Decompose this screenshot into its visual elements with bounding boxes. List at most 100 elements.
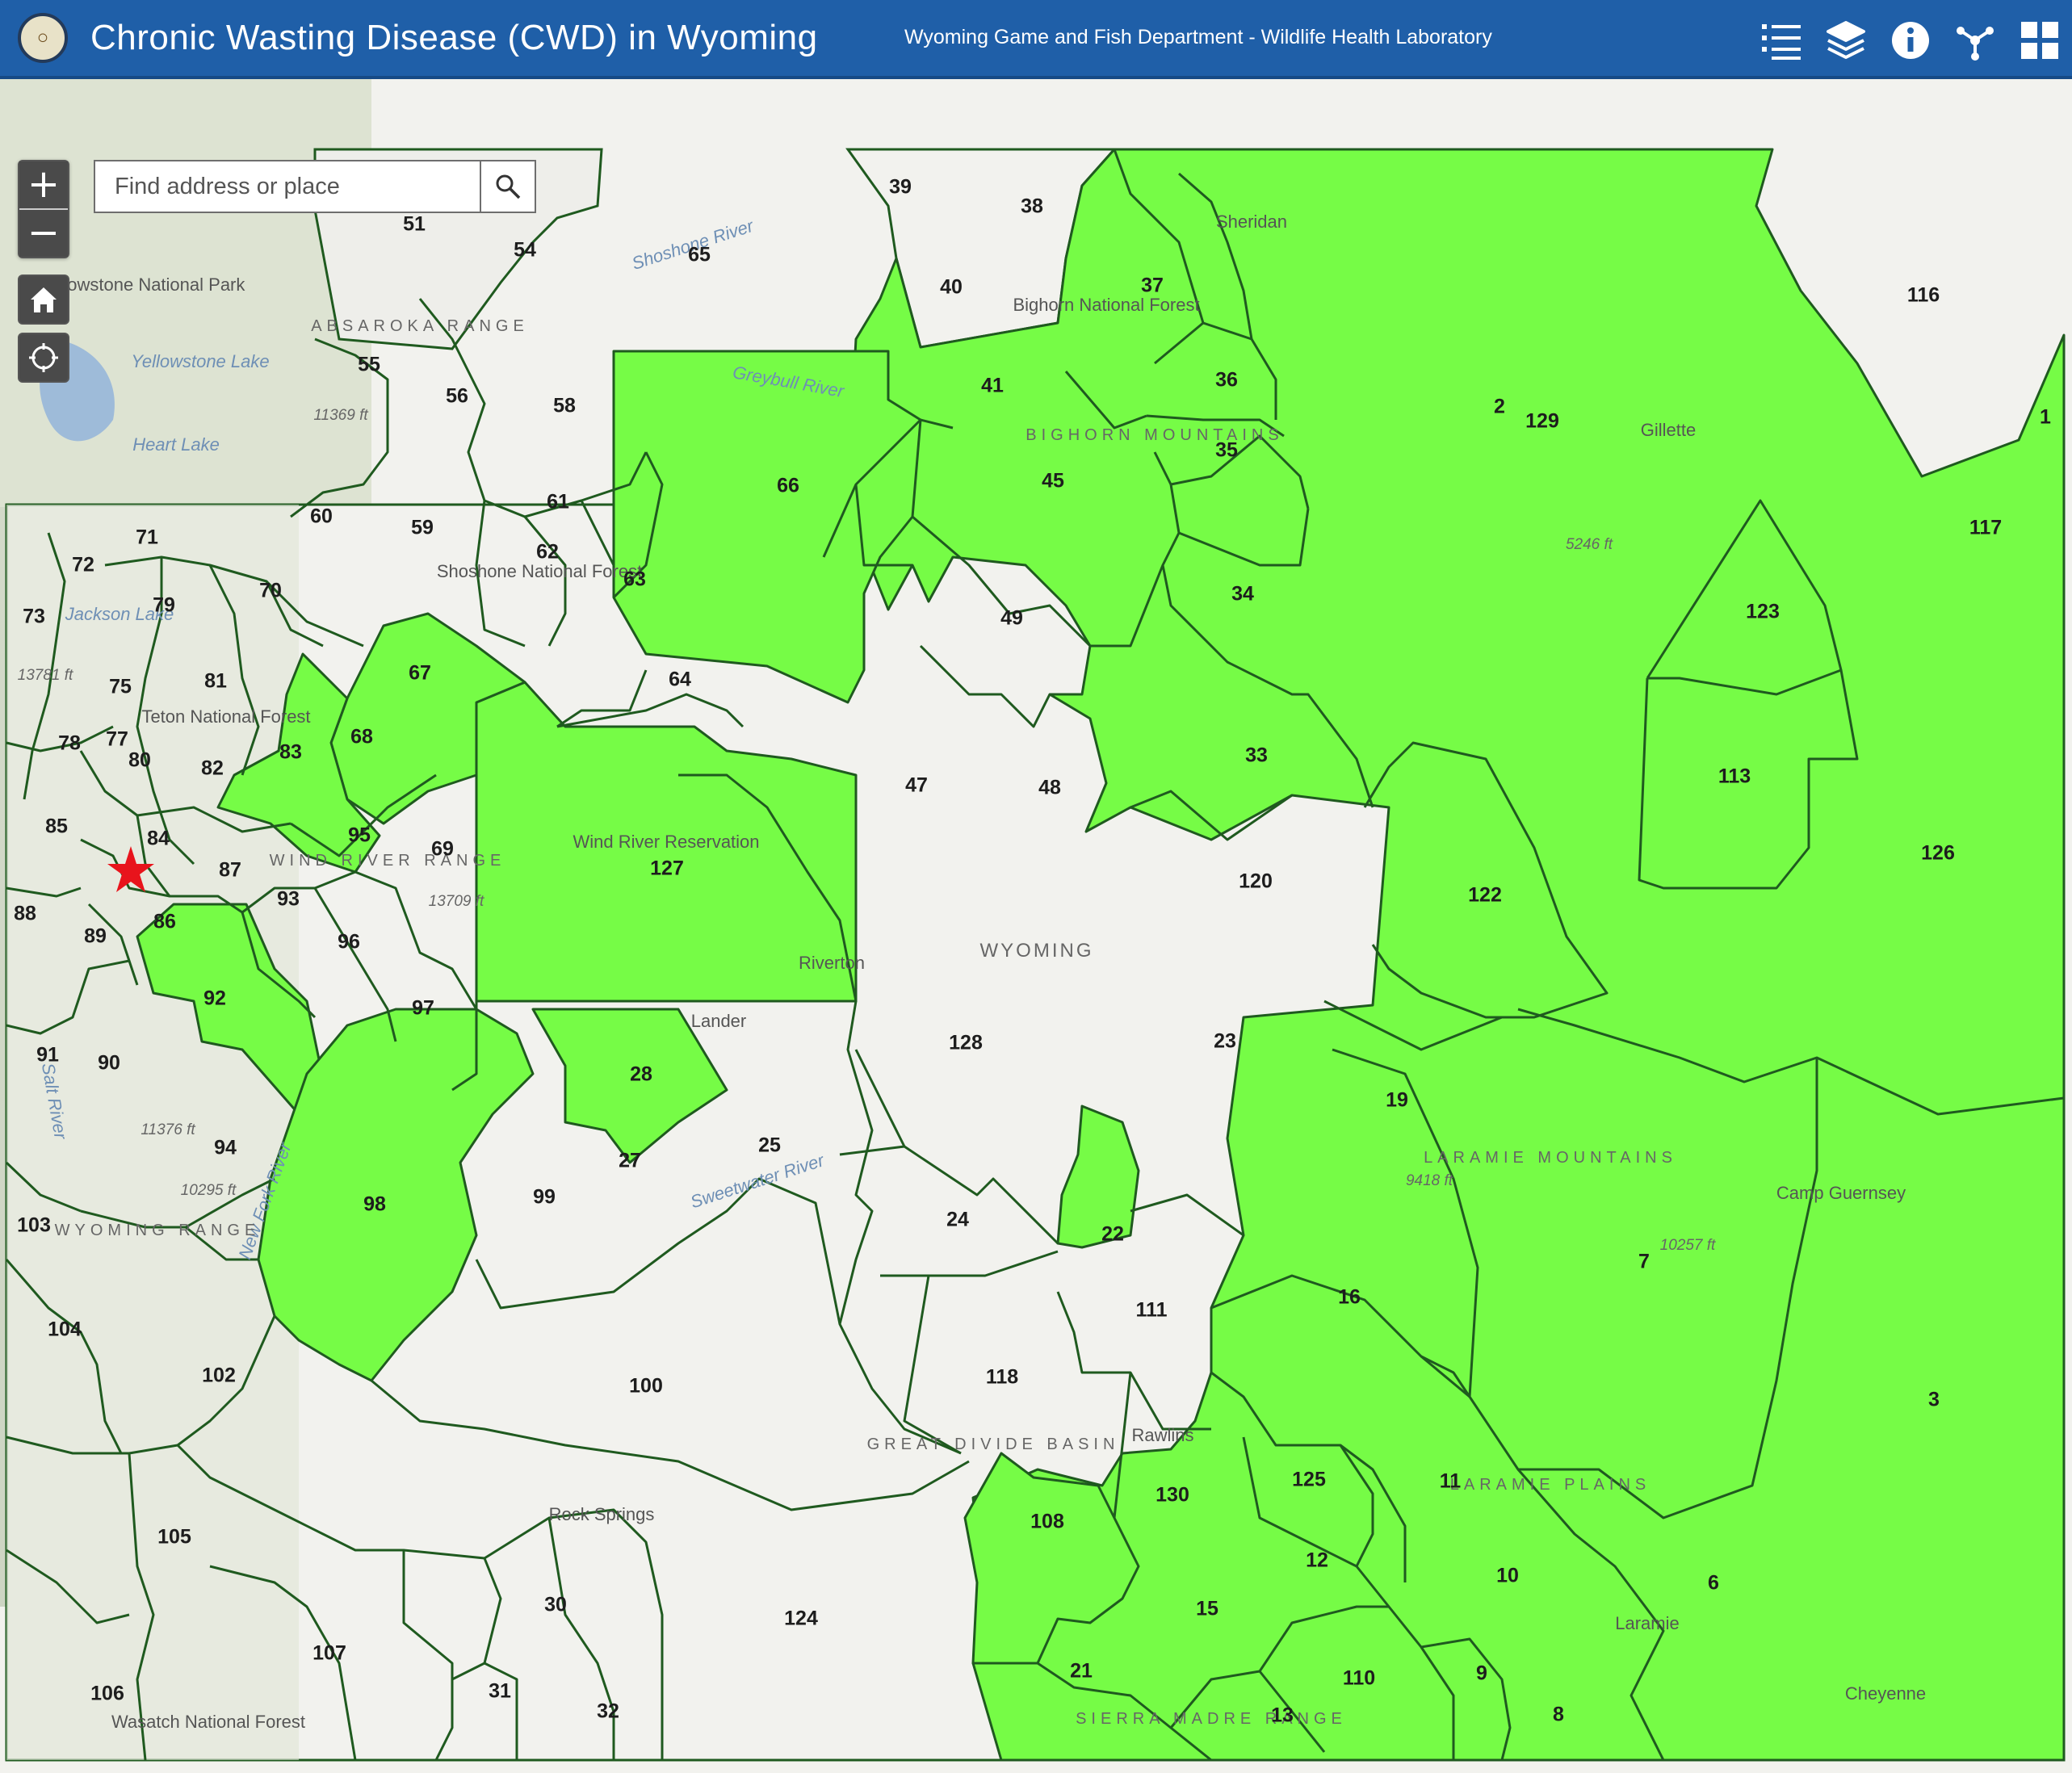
area-label-22[interactable]: 22 (1101, 1223, 1124, 1246)
map-view[interactable]: Sheridan Gillette Riverton Lander Rawlin… (0, 79, 2072, 1773)
area-label-40[interactable]: 40 (940, 276, 963, 299)
area-label-130[interactable]: 130 (1156, 1484, 1189, 1507)
area-label-2[interactable]: 2 (1494, 396, 1505, 418)
area-label-41[interactable]: 41 (981, 375, 1004, 397)
area-label-64[interactable]: 64 (669, 669, 691, 691)
area-label-88[interactable]: 88 (14, 903, 36, 925)
area-label-85[interactable]: 85 (45, 815, 68, 838)
area-label-60[interactable]: 60 (310, 505, 333, 528)
area-label-19[interactable]: 19 (1386, 1089, 1408, 1112)
area-label-104[interactable]: 104 (48, 1318, 82, 1341)
area-label-77[interactable]: 77 (106, 728, 128, 751)
area-label-100[interactable]: 100 (629, 1375, 663, 1398)
area-label-96[interactable]: 96 (338, 931, 360, 954)
area-label-95[interactable]: 95 (348, 824, 371, 847)
area-label-30[interactable]: 30 (544, 1594, 567, 1616)
area-label-111[interactable]: 111 (1136, 1299, 1168, 1322)
area-label-82[interactable]: 82 (201, 757, 224, 780)
locate-button[interactable] (18, 333, 69, 383)
area-label-129[interactable]: 129 (1525, 410, 1559, 433)
search-input[interactable] (95, 161, 480, 212)
area-label-84[interactable]: 84 (147, 828, 170, 850)
area-label-11[interactable]: 11 (1440, 1470, 1462, 1493)
area-label-24[interactable]: 24 (946, 1209, 969, 1231)
area-label-45[interactable]: 45 (1042, 470, 1064, 492)
area-label-92[interactable]: 92 (203, 987, 226, 1010)
area-label-49[interactable]: 49 (1000, 607, 1023, 630)
area-label-62[interactable]: 62 (536, 541, 559, 564)
area-label-108[interactable]: 108 (1030, 1511, 1064, 1533)
grid-icon[interactable] (2007, 8, 2072, 73)
area-label-56[interactable]: 56 (446, 385, 468, 408)
area-label-32[interactable]: 32 (597, 1700, 619, 1723)
area-label-103[interactable]: 103 (17, 1214, 51, 1237)
area-label-21[interactable]: 21 (1070, 1660, 1093, 1683)
area-label-116[interactable]: 116 (1907, 284, 1940, 307)
area-label-98[interactable]: 98 (363, 1193, 386, 1216)
area-label-9[interactable]: 9 (1476, 1662, 1487, 1685)
area-label-51[interactable]: 51 (403, 213, 426, 236)
share-icon[interactable] (1943, 8, 2007, 73)
area-label-124[interactable]: 124 (784, 1607, 818, 1630)
area-label-72[interactable]: 72 (72, 554, 94, 576)
area-label-93[interactable]: 93 (277, 888, 300, 911)
area-label-68[interactable]: 68 (350, 726, 373, 748)
zoom-in-button[interactable]: + (19, 161, 68, 208)
area-label-36[interactable]: 36 (1215, 369, 1238, 392)
area-label-127[interactable]: 127 (650, 857, 684, 880)
map-canvas[interactable]: Sheridan Gillette Riverton Lander Rawlin… (0, 79, 2072, 1773)
area-label-106[interactable]: 106 (90, 1683, 124, 1705)
area-label-16[interactable]: 16 (1338, 1286, 1361, 1309)
area-label-33[interactable]: 33 (1245, 744, 1268, 767)
area-label-55[interactable]: 55 (358, 354, 380, 376)
area-label-15[interactable]: 15 (1196, 1598, 1218, 1620)
area-label-10[interactable]: 10 (1496, 1565, 1519, 1587)
area-label-120[interactable]: 120 (1239, 870, 1273, 893)
area-label-13[interactable]: 13 (1271, 1704, 1294, 1727)
area-label-59[interactable]: 59 (411, 517, 434, 539)
area-label-125[interactable]: 125 (1292, 1469, 1326, 1491)
area-label-1[interactable]: 1 (2040, 406, 2051, 429)
area-label-99[interactable]: 99 (533, 1186, 556, 1209)
area-label-47[interactable]: 47 (905, 774, 928, 797)
area-label-122[interactable]: 122 (1468, 884, 1502, 907)
area-label-102[interactable]: 102 (202, 1364, 236, 1387)
area-label-3[interactable]: 3 (1928, 1389, 1940, 1411)
area-label-81[interactable]: 81 (204, 670, 227, 693)
area-label-31[interactable]: 31 (489, 1680, 511, 1703)
layers-icon[interactable] (1814, 8, 1878, 73)
area-label-110[interactable]: 110 (1343, 1667, 1375, 1690)
area-label-65[interactable]: 65 (688, 244, 711, 266)
area-label-107[interactable]: 107 (312, 1642, 346, 1665)
area-label-73[interactable]: 73 (23, 606, 45, 628)
area-label-63[interactable]: 63 (623, 568, 646, 591)
area-label-89[interactable]: 89 (84, 925, 107, 948)
area-label-128[interactable]: 128 (949, 1032, 983, 1054)
area-label-67[interactable]: 67 (409, 662, 431, 685)
area-label-71[interactable]: 71 (136, 526, 158, 549)
area-label-25[interactable]: 25 (758, 1134, 781, 1157)
area-label-94[interactable]: 94 (214, 1137, 237, 1159)
area-label-126[interactable]: 126 (1921, 842, 1955, 865)
area-label-97[interactable]: 97 (412, 997, 434, 1020)
legend-icon[interactable] (1749, 8, 1814, 73)
area-label-79[interactable]: 79 (153, 594, 175, 617)
area-label-105[interactable]: 105 (157, 1526, 191, 1549)
area-label-61[interactable]: 61 (547, 491, 569, 513)
area-label-91[interactable]: 91 (36, 1044, 59, 1067)
area-label-117[interactable]: 117 (1969, 517, 2002, 539)
area-label-34[interactable]: 34 (1231, 583, 1254, 606)
area-label-69[interactable]: 69 (431, 838, 454, 861)
area-label-54[interactable]: 54 (514, 239, 536, 262)
info-icon[interactable] (1878, 8, 1943, 73)
area-label-80[interactable]: 80 (128, 749, 151, 772)
area-label-38[interactable]: 38 (1021, 195, 1043, 218)
area-label-58[interactable]: 58 (553, 395, 576, 417)
area-label-66[interactable]: 66 (777, 475, 799, 497)
area-label-8[interactable]: 8 (1553, 1704, 1564, 1726)
home-button[interactable] (18, 275, 69, 325)
area-label-23[interactable]: 23 (1214, 1030, 1236, 1053)
area-label-75[interactable]: 75 (109, 676, 132, 698)
zoom-out-button[interactable]: − (19, 208, 68, 257)
area-label-28[interactable]: 28 (630, 1063, 652, 1086)
